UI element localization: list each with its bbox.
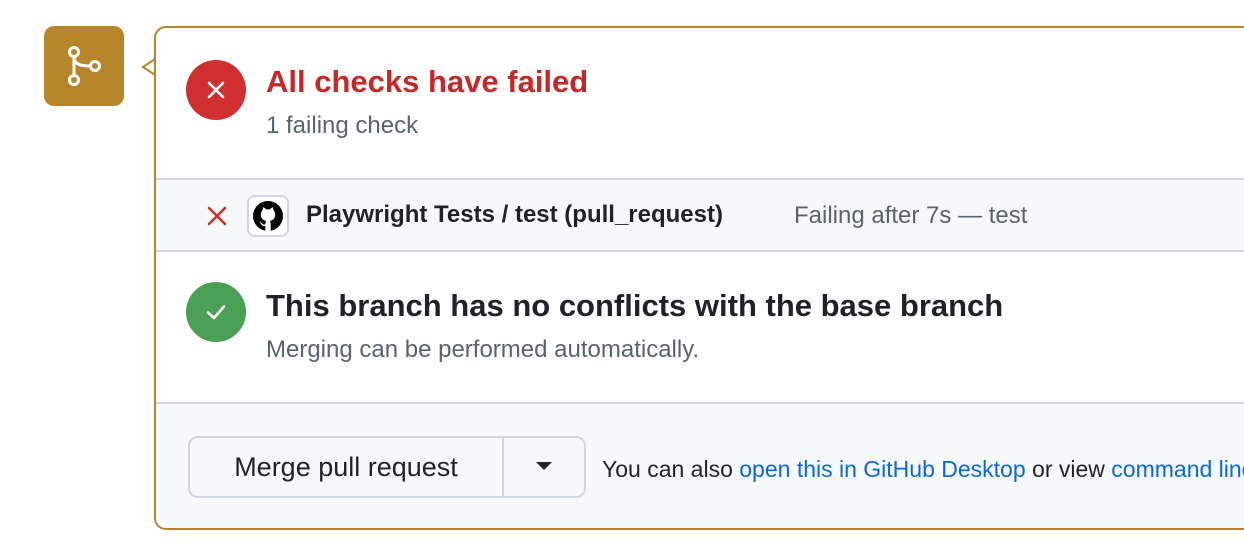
checks-subtitle: 1 failing check: [266, 112, 419, 139]
github-logo-icon: [247, 195, 289, 237]
check-status-text: Failing after 7s — test: [794, 202, 1028, 229]
triangle-down-icon: [535, 458, 553, 476]
check-row[interactable]: Playwright Tests / test (pull_request) F…: [156, 178, 1244, 252]
merge-button-group: Merge pull request: [188, 436, 586, 498]
merge-pull-request-button[interactable]: Merge pull request: [190, 438, 504, 496]
conflicts-title: This branch has no conflicts with the ba…: [266, 288, 1004, 323]
x-icon: [206, 205, 228, 232]
merge-actions-section: Merge pull request You can also open thi…: [156, 402, 1244, 528]
check-circle-icon: [186, 282, 246, 342]
merge-options-dropdown-button[interactable]: [504, 438, 584, 496]
also-text-prefix: You can also: [602, 456, 733, 482]
check-name: Playwright Tests / test (pull_request): [306, 201, 723, 228]
alternative-options-text: You can also open this in GitHub Desktop…: [602, 456, 1244, 483]
merge-box-container: All checks have failed 1 failing check P…: [0, 0, 1244, 554]
also-text-middle: or view: [1032, 456, 1105, 482]
git-branch-icon: [44, 26, 124, 106]
x-circle-icon: [186, 60, 246, 120]
checks-title: All checks have failed: [266, 64, 589, 99]
checks-summary-section: All checks have failed 1 failing check: [156, 28, 1244, 178]
command-line-instructions-link[interactable]: command line instructions.: [1111, 456, 1244, 482]
conflicts-section: This branch has no conflicts with the ba…: [156, 252, 1244, 402]
open-github-desktop-link[interactable]: open this in GitHub Desktop: [739, 456, 1025, 482]
conflicts-subtitle: Merging can be performed automatically.: [266, 336, 700, 363]
merge-status-panel: All checks have failed 1 failing check P…: [154, 26, 1244, 530]
